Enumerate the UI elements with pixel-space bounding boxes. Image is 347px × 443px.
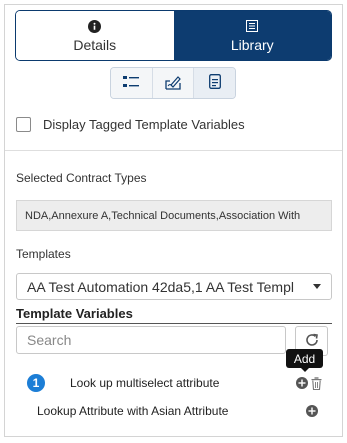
count-badge: 1 [27, 374, 45, 392]
display-tagged-row: Display Tagged Template Variables [16, 117, 245, 132]
caret-down-icon [313, 284, 321, 289]
document-view-button[interactable] [194, 68, 235, 98]
template-variables-underline [16, 323, 332, 324]
panel-tabs: Details Library [15, 10, 332, 61]
list-item[interactable]: 1 Look up multiselect attribute [5, 371, 342, 395]
tab-library-label: Library [230, 37, 274, 53]
add-icon[interactable] [306, 405, 318, 417]
display-tagged-checkbox[interactable] [16, 117, 31, 132]
add-icon[interactable] [296, 377, 308, 389]
info-icon [88, 18, 102, 34]
edit-signature-button[interactable] [152, 68, 195, 98]
tab-details[interactable]: Details [16, 11, 174, 60]
library-panel: Details Library Display Tagged Template … [4, 4, 343, 437]
variable-label: Lookup Attribute with Asian Attribute [37, 404, 229, 418]
edit-signature-icon [164, 74, 182, 93]
templates-select[interactable]: AA Test Automation 42da5,1 AA Test Templ [16, 273, 332, 300]
template-variables-heading: Template Variables [16, 306, 133, 321]
list-icon [246, 18, 259, 34]
tab-library[interactable]: Library [173, 11, 331, 60]
selected-contract-types-field: NDA,Annexure A,Technical Documents,Assoc… [16, 200, 332, 231]
templates-label: Templates [16, 247, 71, 261]
search-input[interactable] [16, 326, 286, 354]
refresh-icon [304, 332, 320, 351]
document-icon [208, 74, 221, 92]
list-view-button[interactable] [111, 68, 153, 98]
display-tagged-label: Display Tagged Template Variables [43, 117, 245, 132]
add-tooltip: Add [286, 349, 323, 372]
variable-label: Look up multiselect attribute [70, 376, 220, 390]
view-toggle-group [110, 67, 236, 99]
tab-details-label: Details [73, 37, 117, 53]
selected-contract-types-label: Selected Contract Types [16, 171, 147, 185]
templates-select-value: AA Test Automation 42da5,1 AA Test Templ [27, 278, 294, 295]
section-divider [5, 150, 342, 151]
list-item[interactable]: Lookup Attribute with Asian Attribute [5, 399, 342, 423]
trash-icon[interactable] [311, 376, 322, 390]
list-view-icon [123, 75, 140, 92]
